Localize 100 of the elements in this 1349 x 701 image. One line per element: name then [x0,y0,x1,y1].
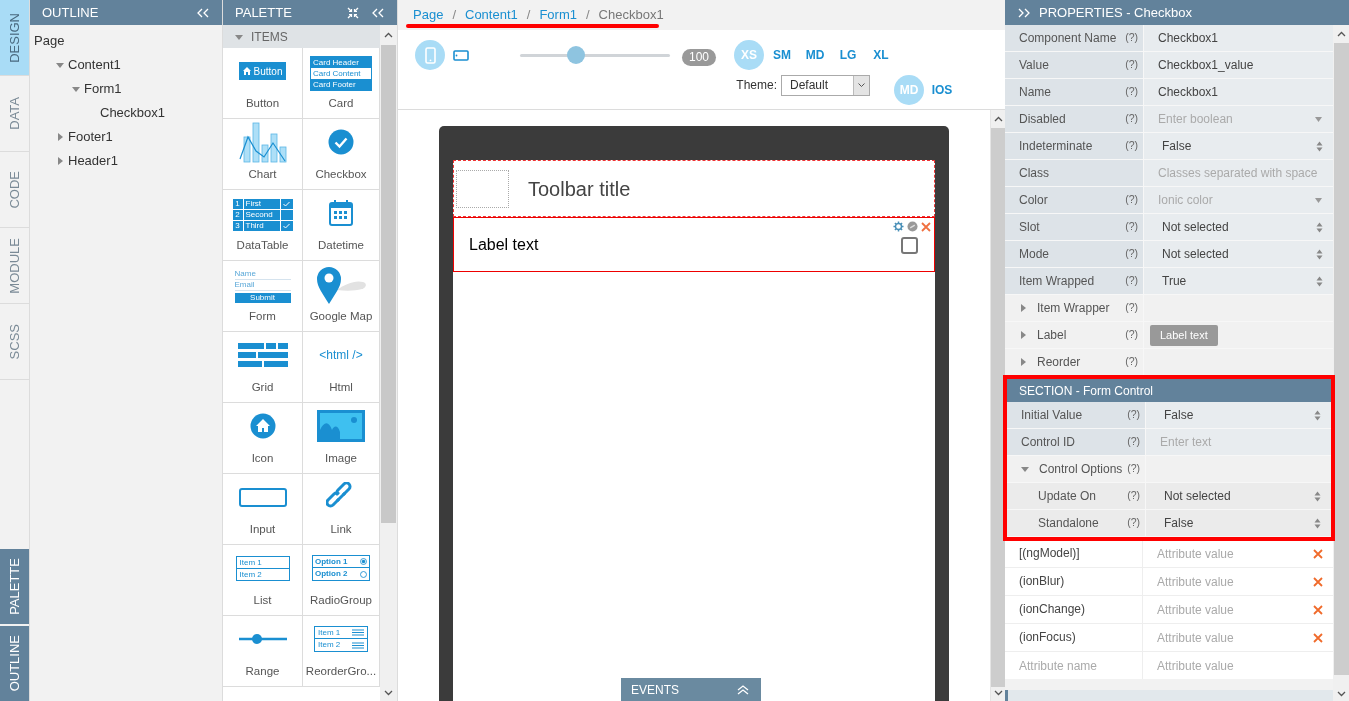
tree-item[interactable]: Header1 [68,151,118,171]
palette-item[interactable]: Range [223,616,303,687]
help-link[interactable]: (?) [1125,246,1138,262]
palette-item[interactable]: Input [223,474,303,545]
help-link[interactable]: (?) [1125,300,1138,316]
placeholder-slot[interactable] [456,169,509,208]
select-field[interactable]: Not selected [1144,214,1333,240]
collapsed-arrow-icon[interactable] [56,133,64,141]
tree-item[interactable]: Content1 [68,55,121,75]
remove-icon[interactable] [1313,604,1323,615]
text-field[interactable]: Checkbox1_value [1144,52,1333,78]
palette-item[interactable]: Google Map [303,261,380,332]
palette-item[interactable]: Link [303,474,380,545]
select-field[interactable]: False [1144,133,1333,159]
select-field[interactable]: Not selected [1144,241,1333,267]
fit-arrows-icon[interactable] [347,6,359,19]
attribute-value-field[interactable]: Attribute value [1143,568,1313,595]
selected-item[interactable]: Label text [453,217,935,272]
help-link[interactable]: (?) [1127,515,1140,531]
palette-item[interactable]: Option 1 Option 2 RadioGroup [303,545,380,616]
attribute-name-field[interactable]: Attribute name [1005,652,1143,679]
expanded-arrow-icon[interactable] [72,85,80,93]
palette-item[interactable]: Card Header Card Content Card Footer Card [303,48,380,119]
tree-item[interactable]: Form1 [84,79,122,99]
attribute-value-field[interactable]: Attribute value [1143,540,1313,567]
expand-icon[interactable] [1017,7,1031,18]
size-button[interactable]: LG [833,40,864,70]
palette-item[interactable]: Chart [223,119,303,190]
tree-item[interactable]: Checkbox1 [100,103,166,123]
help-link[interactable]: (?) [1125,192,1138,208]
help-link[interactable]: (?) [1127,488,1140,504]
help-link[interactable]: (?) [1125,57,1138,73]
scroll-down-icon[interactable] [993,690,1003,696]
help-link[interactable]: (?) [1127,434,1140,450]
collapse-icon[interactable] [371,7,385,18]
palette-item[interactable]: Icon [223,403,303,474]
section-header[interactable]: ITEMS [223,25,380,48]
side-tab[interactable]: OUTLINE [0,626,29,701]
scroll-down-icon[interactable] [384,690,393,696]
attribute-value-field[interactable]: Attribute value [1143,652,1333,679]
help-link[interactable]: (?) [1127,461,1140,477]
help-link[interactable]: (?) [1125,273,1138,289]
scroll-down-icon[interactable] [1336,691,1346,697]
attribute-value-field[interactable]: Attribute value [1143,624,1313,651]
expanded-arrow-icon[interactable] [56,61,64,69]
scrollbar[interactable] [380,25,397,701]
attribute-value-field[interactable]: Attribute value [1143,596,1313,623]
palette-item[interactable]: Image [303,403,380,474]
remove-icon[interactable] [1313,576,1323,587]
scroll-up-icon[interactable] [993,116,1003,122]
side-tab[interactable]: DESIGN [0,0,29,76]
collapsed-arrow-icon[interactable] [1019,358,1027,366]
size-button[interactable]: SM [767,40,798,70]
help-link[interactable]: (?) [1125,30,1138,46]
scroll-up-icon[interactable] [1336,31,1346,37]
tree-item[interactable]: Footer1 [68,127,113,147]
size-button[interactable]: XL [866,40,897,70]
slider-thumb[interactable] [566,46,585,64]
collapsed-arrow-icon[interactable] [1019,331,1027,339]
theme-select[interactable]: Default [781,74,870,96]
text-field[interactable]: Checkbox1 [1144,79,1333,105]
help-link[interactable]: (?) [1125,354,1138,370]
help-link[interactable]: (?) [1125,84,1138,100]
collapsed-arrow-icon[interactable] [1019,304,1027,312]
select-field[interactable]: False [1146,510,1331,536]
side-tab[interactable]: PALETTE [0,549,29,624]
palette-item[interactable]: Datetime [303,190,380,261]
palette-item[interactable]: Grid [223,332,303,403]
expanded-arrow-icon[interactable] [235,32,243,41]
help-link[interactable]: (?) [1125,327,1138,343]
text-field[interactable]: Enter text [1146,429,1331,455]
link-circle-icon[interactable] [907,221,918,232]
palette-item[interactable]: <html /> Html [303,332,380,403]
collapse-icon[interactable] [196,7,210,18]
mode-button[interactable]: IOS [927,75,957,105]
toolbar-element[interactable]: Toolbar title [453,160,935,217]
help-link[interactable]: (?) [1127,407,1140,423]
help-link[interactable]: (?) [1125,138,1138,154]
collapsed-arrow-icon[interactable] [56,157,64,165]
scrollbar-thumb[interactable] [381,45,396,523]
text-field[interactable]: Classes separated with space [1144,160,1333,186]
scroll-up-icon[interactable] [384,32,393,38]
select-field[interactable]: Not selected [1146,483,1331,509]
palette-item[interactable]: 1 First 2 Second 3 Third DataTable [223,190,303,261]
palette-item[interactable]: Item 1 Item 2 ReorderGro... [303,616,380,687]
select-field[interactable]: True [1144,268,1333,294]
expanded-arrow-icon[interactable] [1021,465,1029,473]
settings-icon[interactable] [893,221,904,232]
text-field[interactable]: Checkbox1 [1144,25,1333,51]
palette-item[interactable]: Button Button [223,48,303,119]
remove-icon[interactable] [1313,548,1323,559]
checkbox[interactable] [901,237,918,254]
palette-item[interactable]: Checkbox [303,119,380,190]
size-button[interactable]: MD [800,40,831,70]
palette-item[interactable]: Item 1 Item 2 List [223,545,303,616]
help-link[interactable]: (?) [1125,111,1138,127]
palette-item[interactable]: Name Email Submit Form [223,261,303,332]
tree-item[interactable]: Page [34,31,65,51]
select-field[interactable]: False [1146,402,1331,428]
remove-icon[interactable] [1313,632,1323,643]
